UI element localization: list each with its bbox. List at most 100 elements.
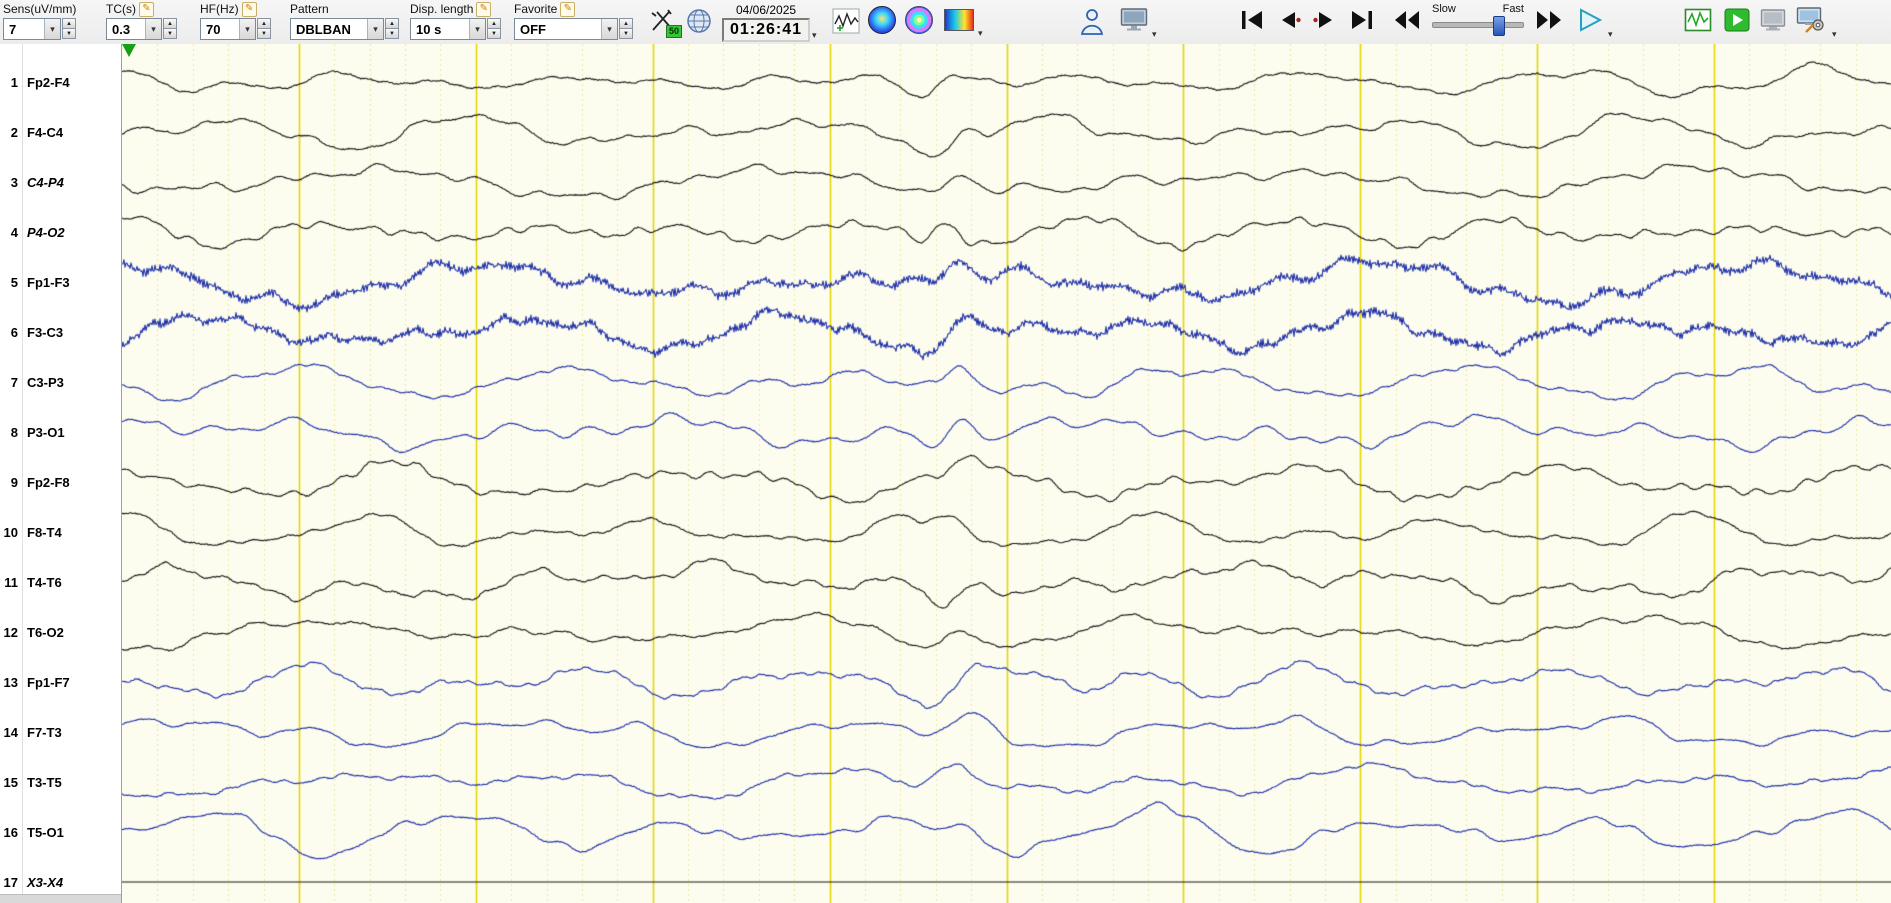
channel-name: X3-X4 bbox=[27, 874, 64, 890]
channel-label-row[interactable]: 8 P3-O1 bbox=[0, 423, 121, 441]
chevron-down-icon: ▾ bbox=[145, 19, 161, 39]
channel-label-row[interactable]: 1 Fp2-F4 bbox=[0, 73, 121, 91]
tc-dropdown[interactable]: 0.3 ▾ bbox=[106, 18, 162, 40]
channel-number: 7 bbox=[10, 374, 18, 390]
spectrogram-icon bbox=[944, 9, 974, 31]
datetime-display[interactable]: 04/06/2025 01:26:41 bbox=[722, 3, 811, 42]
channel-label-row[interactable]: 6 F3-C3 bbox=[0, 323, 121, 341]
sensitivity-label: Sens(uV/mm) bbox=[3, 2, 76, 16]
pattern-down-button[interactable]: ▼ bbox=[385, 28, 399, 39]
tc-label-text: TC(s) bbox=[106, 2, 136, 16]
position-marker-icon[interactable] bbox=[122, 44, 136, 57]
globe-icon bbox=[687, 9, 711, 33]
channel-label-row[interactable]: 5 Fp1-F3 bbox=[0, 273, 121, 291]
hf-label-text: HF(Hz) bbox=[200, 2, 239, 16]
channel-label-row[interactable]: 11 T4-T6 bbox=[0, 573, 121, 591]
sensitivity-value: 7 bbox=[9, 21, 17, 37]
prev-screen-button[interactable] bbox=[1758, 6, 1788, 34]
channel-label-row[interactable]: 17 X3-X4 bbox=[0, 873, 121, 891]
channel-name: T5-O1 bbox=[27, 824, 64, 840]
hf-down-button[interactable]: ▼ bbox=[257, 28, 271, 39]
favorite-down-button[interactable]: ▼ bbox=[619, 28, 633, 39]
speed-slider-thumb[interactable] bbox=[1492, 16, 1505, 36]
video-monitor-dropdown-arrow[interactable]: ▾ bbox=[1152, 30, 1157, 39]
sensitivity-label-text: Sens(uV/mm) bbox=[3, 2, 77, 16]
eeg-trace-canvas[interactable] bbox=[122, 44, 1891, 903]
person-icon bbox=[1080, 9, 1104, 35]
video-monitor-button[interactable] bbox=[1118, 6, 1150, 34]
channel-number: 8 bbox=[10, 424, 18, 440]
channel-label-row[interactable]: 13 Fp1-F7 bbox=[0, 673, 121, 691]
channel-label-row[interactable]: 7 C3-P3 bbox=[0, 373, 121, 391]
channel-number: 15 bbox=[3, 774, 18, 790]
pattern-dropdown[interactable]: DBLBAN ▾ bbox=[290, 18, 384, 40]
channel-label-row[interactable]: 12 T6-O2 bbox=[0, 623, 121, 641]
measure-tool-button[interactable]: 50 bbox=[646, 6, 682, 38]
hf-dropdown[interactable]: 70 ▾ bbox=[200, 18, 256, 40]
skip-to-start-button[interactable] bbox=[1238, 9, 1266, 31]
montage-globe-button[interactable] bbox=[684, 6, 714, 36]
spectrogram-button[interactable] bbox=[944, 8, 974, 32]
channel-name: T6-O2 bbox=[27, 624, 64, 640]
edit-pencil-icon[interactable]: ✎ bbox=[241, 1, 257, 17]
step-back-icon bbox=[1282, 12, 1301, 28]
channel-label-row[interactable]: 16 T5-O1 bbox=[0, 823, 121, 841]
channel-number: 11 bbox=[4, 574, 18, 590]
step-back-button[interactable] bbox=[1276, 9, 1302, 31]
live-play-button[interactable] bbox=[1722, 6, 1752, 34]
favorite-control: Favorite ✎ OFF ▾ ▲ ▼ bbox=[514, 1, 633, 40]
skip-end-icon bbox=[1352, 11, 1372, 29]
display-length-dropdown[interactable]: 10 s ▾ bbox=[410, 18, 486, 40]
skip-to-end-button[interactable] bbox=[1348, 9, 1376, 31]
sensitivity-dropdown[interactable]: 7 ▾ bbox=[3, 18, 61, 40]
measure-badge: 50 bbox=[665, 25, 682, 38]
edit-pencil-icon[interactable]: ✎ bbox=[560, 1, 576, 17]
sensitivity-down-button[interactable]: ▼ bbox=[62, 28, 76, 39]
play-dropdown-arrow[interactable]: ▾ bbox=[1608, 30, 1613, 39]
channel-label-row[interactable]: 4 P4-O2 bbox=[0, 223, 121, 241]
edit-pencil-icon[interactable]: ✎ bbox=[139, 1, 154, 17]
channel-label-row[interactable]: 3 C4-P4 bbox=[0, 173, 121, 191]
settings-gear-icon bbox=[1796, 7, 1824, 33]
display-length-down-button[interactable]: ▼ bbox=[487, 28, 501, 39]
channel-name: Fp2-F4 bbox=[27, 74, 70, 90]
rewind-button[interactable] bbox=[1392, 9, 1422, 31]
tc-down-button[interactable]: ▼ bbox=[163, 28, 177, 39]
play-icon bbox=[1580, 8, 1603, 32]
tc-control: TC(s) ✎ 0.3 ▾ ▲ ▼ bbox=[106, 1, 177, 40]
speed-slider-track[interactable] bbox=[1432, 16, 1524, 36]
color-map-button[interactable] bbox=[905, 6, 933, 34]
hf-value: 70 bbox=[206, 21, 221, 37]
system-settings-button[interactable] bbox=[1794, 5, 1828, 35]
channel-name: T4-T6 bbox=[27, 574, 62, 590]
patient-info-button[interactable] bbox=[1077, 5, 1107, 37]
channel-name: Fp1-F7 bbox=[27, 674, 70, 690]
hf-control: HF(Hz) ✎ 70 ▾ ▲ ▼ bbox=[200, 1, 271, 40]
channel-label-row[interactable]: 9 Fp2-F8 bbox=[0, 473, 121, 491]
channel-label-row[interactable]: 15 T3-T5 bbox=[0, 773, 121, 791]
waveform-graph-button[interactable] bbox=[830, 6, 862, 36]
gutter-scrollbar-strip[interactable] bbox=[0, 894, 121, 903]
live-eeg-button[interactable] bbox=[1682, 6, 1714, 34]
brain-map-button[interactable] bbox=[868, 6, 896, 34]
display-length-label-text: Disp. length bbox=[410, 2, 474, 16]
fast-forward-button[interactable] bbox=[1534, 9, 1564, 31]
spectrogram-dropdown-arrow[interactable]: ▾ bbox=[978, 29, 983, 38]
step-forward-button[interactable] bbox=[1312, 9, 1338, 31]
pattern-value: DBLBAN bbox=[296, 21, 351, 37]
channel-label-row[interactable]: 10 F8-T4 bbox=[0, 523, 121, 541]
time-display: 01:26:41 bbox=[722, 18, 811, 42]
channel-gutter: 1 Fp2-F4 2 F4-C4 3 C4-P4 4 P4-O2 5 Fp1-F3 6 F3-C3 7 C… bbox=[0, 44, 122, 903]
channel-number: 6 bbox=[10, 324, 18, 340]
play-button[interactable] bbox=[1576, 7, 1604, 33]
favorite-dropdown[interactable]: OFF ▾ bbox=[514, 18, 618, 40]
edit-pencil-icon[interactable]: ✎ bbox=[476, 1, 492, 17]
channel-name: F7-T3 bbox=[27, 724, 62, 740]
channel-name: F3-C3 bbox=[27, 324, 64, 340]
sensitivity-control: Sens(uV/mm) 7 ▾ ▲ ▼ bbox=[3, 2, 76, 40]
datetime-dropdown-arrow[interactable]: ▾ bbox=[812, 31, 817, 40]
channel-label-row[interactable]: 2 F4-C4 bbox=[0, 123, 121, 141]
channel-label-row[interactable]: 14 F7-T3 bbox=[0, 723, 121, 741]
settings-dropdown-arrow[interactable]: ▾ bbox=[1832, 30, 1837, 39]
skip-start-icon bbox=[1242, 11, 1262, 29]
